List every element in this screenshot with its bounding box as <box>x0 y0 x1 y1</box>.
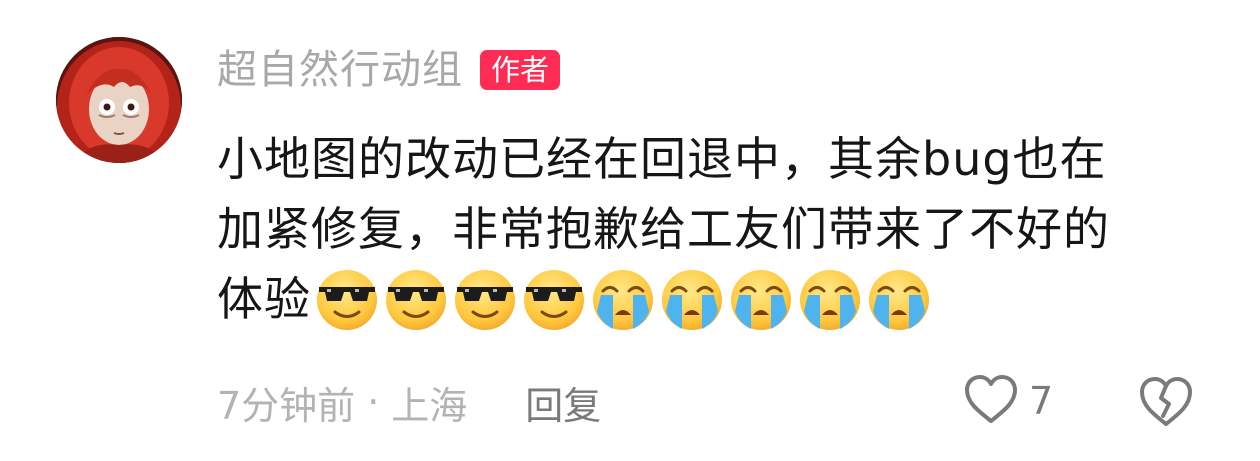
comment-text-line-3: 体验 <box>217 264 1227 334</box>
comment-header: 超自然行动组 作者 <box>217 46 561 94</box>
comment-body: 小地图的改动已经在回退中，其余bug也在 加紧修复，非常抱歉给工友们带来了不好的… <box>217 124 1227 334</box>
heart-outline-icon[interactable] <box>963 373 1019 429</box>
crying-emoji <box>865 265 933 333</box>
location: 上海 <box>391 383 468 428</box>
comment-text-line-3-text: 体验 <box>217 272 311 326</box>
comment-text-line-2: 加紧修复，非常抱歉给工友们带来了不好的 <box>217 202 1110 256</box>
reply-button[interactable]: 回复 <box>525 375 601 430</box>
timestamp: 7分钟前 <box>217 383 356 428</box>
avatar[interactable] <box>56 37 182 163</box>
sunglasses-smile-emoji <box>382 265 450 333</box>
like-count: 7 <box>1029 379 1054 423</box>
meta-separator: · <box>367 380 380 424</box>
crying-emoji <box>796 265 864 333</box>
like-button[interactable]: 7 <box>963 372 1053 430</box>
comment-text-line-1: 小地图的改动已经在回退中，其余bug也在 <box>217 132 1107 186</box>
username[interactable]: 超自然行动组 <box>217 46 463 94</box>
broken-heart-icon[interactable] <box>1138 374 1194 428</box>
sunglasses-smile-emoji <box>520 265 588 333</box>
sunglasses-smile-emoji <box>313 265 381 333</box>
author-badge: 作者 <box>480 50 561 90</box>
crying-emoji <box>658 265 726 333</box>
comment-meta: 7分钟前 · 上海 回复 <box>217 376 601 428</box>
crying-emoji <box>589 265 657 333</box>
sunglasses-smile-emoji <box>451 265 519 333</box>
crying-emoji <box>727 265 795 333</box>
emoji-row <box>313 264 934 334</box>
